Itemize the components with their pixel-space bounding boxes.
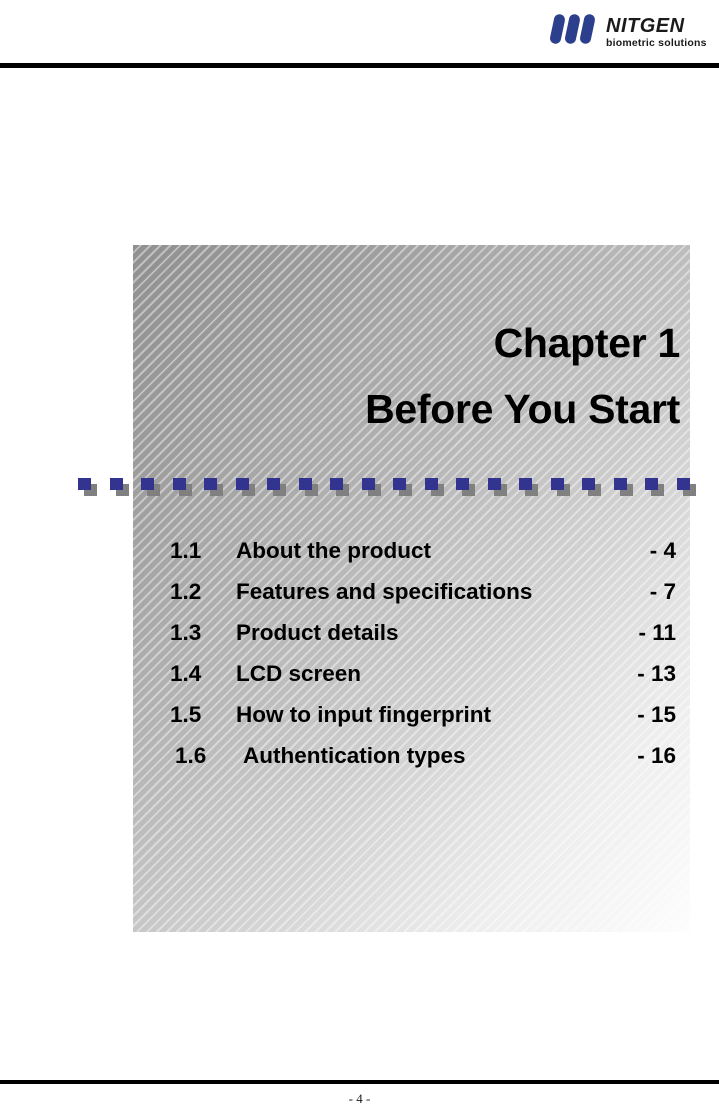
decorative-square-fill	[141, 478, 154, 490]
toc-entry[interactable]: 1.6 Authentication types - 16	[133, 743, 690, 784]
header-divider	[0, 63, 719, 68]
toc-entry-page: - 16	[637, 743, 676, 768]
decorative-square	[487, 478, 520, 500]
decorative-square-fill	[456, 478, 469, 490]
footer-page-number: - 4 -	[348, 1091, 371, 1106]
decorative-square-fill	[582, 478, 595, 490]
logo-bars-icon	[550, 14, 595, 44]
decorative-square-fill	[613, 478, 627, 490]
decorative-square-fill	[204, 478, 217, 490]
decorative-square-fill	[393, 478, 406, 490]
svg-text:biometric solutions: biometric solutions	[606, 37, 707, 49]
toc-entry-page: - 7	[649, 579, 676, 604]
decorative-square	[519, 478, 551, 500]
decorative-square-fill	[676, 478, 690, 490]
toc-entry[interactable]: 1.4 LCD screen - 13	[133, 661, 690, 702]
decorative-square	[456, 478, 488, 500]
decorative-square-fill	[330, 478, 343, 490]
decorative-square	[424, 478, 457, 500]
decorative-square	[109, 478, 142, 500]
toc-entry[interactable]: 1.2 Features and specifications - 7	[133, 579, 690, 620]
decorative-square-fill	[487, 478, 501, 490]
decorative-square-fill	[267, 478, 280, 490]
decorative-square	[267, 478, 299, 500]
decorative-square-fill	[298, 478, 312, 490]
decorative-square	[361, 478, 394, 500]
svg-text:NITGEN: NITGEN	[606, 15, 685, 37]
decorative-square	[582, 478, 614, 500]
decorative-square	[235, 478, 268, 500]
decorative-square	[141, 478, 173, 500]
decorative-square-fill	[78, 478, 91, 490]
decorative-square-fill	[550, 478, 564, 490]
chapter-title-block: Chapter 1 Before You Start	[133, 310, 680, 442]
toc-entry-page: - 15	[637, 702, 676, 727]
decorative-square	[298, 478, 331, 500]
decorative-square	[550, 478, 583, 500]
decorative-square-strip	[78, 478, 714, 500]
decorative-square	[330, 478, 362, 500]
footer-divider	[0, 1080, 719, 1084]
decorative-square-fill	[109, 478, 123, 490]
decorative-square-fill	[235, 478, 249, 490]
decorative-square-fill	[424, 478, 438, 490]
decorative-square	[204, 478, 236, 500]
decorative-square-fill	[519, 478, 532, 490]
decorative-square-fill	[172, 478, 186, 490]
chapter-number-title: Chapter 1	[493, 320, 681, 366]
chapter-table-of-contents: 1.1 About the product - 4 1.2 Features and s…	[133, 538, 690, 784]
toc-entry-page: - 11	[638, 620, 676, 645]
decorative-square	[393, 478, 425, 500]
decorative-square	[645, 478, 677, 500]
toc-entry-page: - 13	[637, 661, 676, 686]
toc-entry[interactable]: 1.1 About the product - 4	[133, 538, 690, 579]
decorative-square	[613, 478, 646, 500]
decorative-square-fill	[645, 478, 658, 490]
toc-entry[interactable]: 1.5 How to input fingerprint - 15	[133, 702, 690, 743]
decorative-square-fill	[361, 478, 375, 490]
toc-entry[interactable]: 1.3 Product details - 11	[133, 620, 690, 661]
chapter-name-title: Before You Start	[365, 386, 680, 432]
toc-entry-page: - 4	[649, 538, 676, 563]
nitgen-logo: NITGEN biometric solutions	[548, 8, 708, 52]
decorative-square	[676, 478, 709, 500]
decorative-square	[172, 478, 205, 500]
decorative-square	[78, 478, 110, 500]
